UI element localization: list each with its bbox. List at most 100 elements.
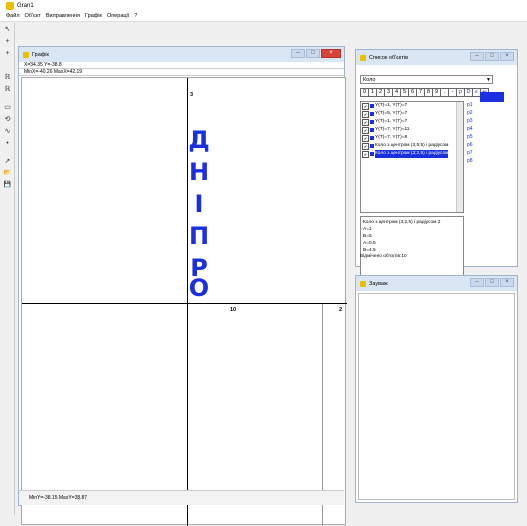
object-type-select[interactable]: Коло ▼: [360, 75, 493, 84]
objects-list[interactable]: ✔ Y(T)=1, Y(T)=7 ✔ Y(T)=5, Y(T)=7 ✔ Y(T)=1,…: [360, 101, 464, 213]
curve-icon[interactable]: ∿: [3, 127, 12, 136]
list-item-label: Коло з центром (3,5;5) і радіусом: [375, 143, 449, 148]
list-item-label: Y(T)=1, Y(T)=7: [375, 119, 408, 124]
checkbox[interactable]: ✔: [362, 118, 369, 126]
y-tick-label: 3: [190, 92, 194, 98]
left-toolbar: ↖ + + ℝ ℝ ▭ ⟲ ∿ • ➚ 📂 💾: [0, 23, 15, 515]
selected-param-box[interactable]: [480, 92, 504, 102]
open-icon[interactable]: 📂: [3, 169, 12, 178]
menu-object[interactable]: Об'єкт: [25, 13, 41, 19]
checkbox[interactable]: ✔: [362, 110, 369, 118]
notes-textarea[interactable]: [358, 293, 515, 500]
menu-file[interactable]: Файл: [6, 13, 20, 19]
checkbox[interactable]: ✔: [362, 126, 369, 134]
letter-p: П: [188, 222, 210, 250]
list-item[interactable]: ✔ Y(T)=1, Y(T)=7: [361, 102, 463, 110]
param-label[interactable]: p4: [467, 125, 479, 133]
graph-window-titlebar[interactable]: Графік – □ ×: [19, 47, 344, 62]
list-item[interactable]: ✔ Y(T)=1, Y(T)=7: [361, 118, 463, 126]
color-swatch: [370, 112, 374, 116]
minimize-button[interactable]: –: [470, 278, 484, 287]
point-icon[interactable]: •: [3, 139, 12, 148]
param-label[interactable]: p5: [467, 133, 479, 141]
close-button[interactable]: ×: [321, 49, 341, 58]
param-label[interactable]: p7: [467, 149, 479, 157]
app-icon: [6, 1, 14, 10]
menubar: Файл Об'єкт Вилравлення Графік Операції …: [0, 11, 527, 22]
param-line: Коло з центром (3;2,5) і радіусом 2: [363, 220, 441, 225]
minimize-button[interactable]: –: [470, 52, 484, 61]
objects-window-icon: [360, 54, 366, 61]
notes-window-title: Зауваж: [369, 280, 388, 287]
app-titlebar: Gran1: [0, 0, 527, 11]
checkbox[interactable]: ✔: [362, 134, 369, 142]
param-label[interactable]: p3: [467, 117, 479, 125]
x-tick-label-right: 2: [339, 307, 343, 313]
chevron-down-icon: ▼: [486, 77, 491, 83]
node-icon[interactable]: ⟲: [3, 115, 12, 124]
objects-window-title: Список об'єктів: [369, 54, 409, 61]
list-item-label: Y(T)=5, Y(T)=7: [375, 111, 408, 116]
color-swatch: [370, 144, 374, 148]
objects-window: Список об'єктів – □ × Коло ▼ 0 1 2 3 4 5…: [355, 49, 518, 296]
close-button[interactable]: ×: [500, 52, 514, 61]
menu-graph[interactable]: Графік: [85, 13, 102, 19]
shape-icon[interactable]: ▭: [3, 103, 12, 112]
notes-window: Зауваж – □ ×: [355, 275, 518, 503]
plus-cross-icon[interactable]: +: [3, 49, 12, 58]
object-type-value: Коло: [363, 77, 376, 83]
minimize-button[interactable]: –: [291, 49, 305, 58]
label2-icon[interactable]: ℝ: [3, 85, 12, 94]
cursor-readout: X=34.35 Y=-38.8: [19, 62, 344, 69]
param-line: A=0.5: [363, 241, 376, 246]
graph-window-title: Графік: [32, 51, 49, 58]
letter-o: О: [188, 274, 210, 302]
graph-canvas[interactable]: 3 10 2 Д Н І П Р О: [21, 77, 347, 526]
menu-operations[interactable]: Операції: [107, 13, 129, 19]
arrow-point-icon[interactable]: ➚: [3, 157, 12, 166]
maximize-button[interactable]: □: [485, 52, 499, 61]
color-swatch: [370, 120, 374, 124]
checkbox[interactable]: ✔: [362, 150, 369, 158]
x-tick-label: 10: [230, 307, 237, 313]
list-item-selected[interactable]: ✔ Коло з центром (3;2,5) і радіусом: [361, 150, 463, 158]
checkbox[interactable]: ✔: [362, 102, 369, 110]
letter-d: Д: [188, 126, 210, 154]
list-item[interactable]: ✔ Y(T)=7, Y(T)=8: [361, 134, 463, 142]
notes-window-titlebar[interactable]: Зауваж – □ ×: [356, 276, 517, 291]
param-label[interactable]: p6: [467, 141, 479, 149]
digit-buttons: 0 1 2 3 4 5 6 7 8 9 . - p D ε ↩: [360, 88, 489, 97]
label-icon[interactable]: ℝ: [3, 73, 12, 82]
letter-n: Н: [188, 158, 210, 186]
maximize-button[interactable]: □: [306, 49, 320, 58]
param-label[interactable]: p2: [467, 109, 479, 117]
param-line: B=5: [363, 234, 372, 239]
menu-help[interactable]: ?: [134, 13, 137, 19]
plus-icon[interactable]: +: [3, 37, 12, 46]
objects-window-titlebar[interactable]: Список об'єктів – □ ×: [356, 50, 517, 65]
x-axis: [22, 303, 347, 304]
list-item[interactable]: ✔ Y(T)=5, Y(T)=7: [361, 110, 463, 118]
x-range-readout: MinX=-40.26 MaxX=42.19: [19, 69, 344, 76]
param-line: B=4.5: [363, 248, 376, 253]
list-item[interactable]: ✔ Коло з центром (3,5;5) і радіусом: [361, 142, 463, 150]
list-item-label: Y(T)=1, Y(T)=7: [375, 103, 408, 108]
list-item-label: Y(T)=7, Y(T)=11: [375, 127, 410, 132]
maximize-button[interactable]: □: [485, 278, 499, 287]
list-item[interactable]: ✔ Y(T)=7, Y(T)=11: [361, 126, 463, 134]
close-button[interactable]: ×: [500, 278, 514, 287]
notes-window-icon: [360, 280, 366, 287]
color-swatch: [370, 136, 374, 140]
color-swatch: [370, 128, 374, 132]
param-list: p1 p2 p3 p4 p5 p6 p7 p8: [467, 101, 479, 171]
param-label[interactable]: p1: [467, 101, 479, 109]
arrow-icon[interactable]: ↖: [3, 25, 12, 34]
graph-window-icon: [23, 51, 29, 58]
menu-edit[interactable]: Вилравлення: [46, 13, 80, 19]
param-label[interactable]: p8: [467, 157, 479, 165]
save-icon[interactable]: 💾: [3, 181, 12, 190]
checkbox[interactable]: ✔: [362, 142, 369, 150]
list-item-label: Y(T)=7, Y(T)=8: [375, 135, 408, 140]
list-scrollbar[interactable]: [456, 102, 463, 212]
color-swatch: [370, 152, 374, 156]
